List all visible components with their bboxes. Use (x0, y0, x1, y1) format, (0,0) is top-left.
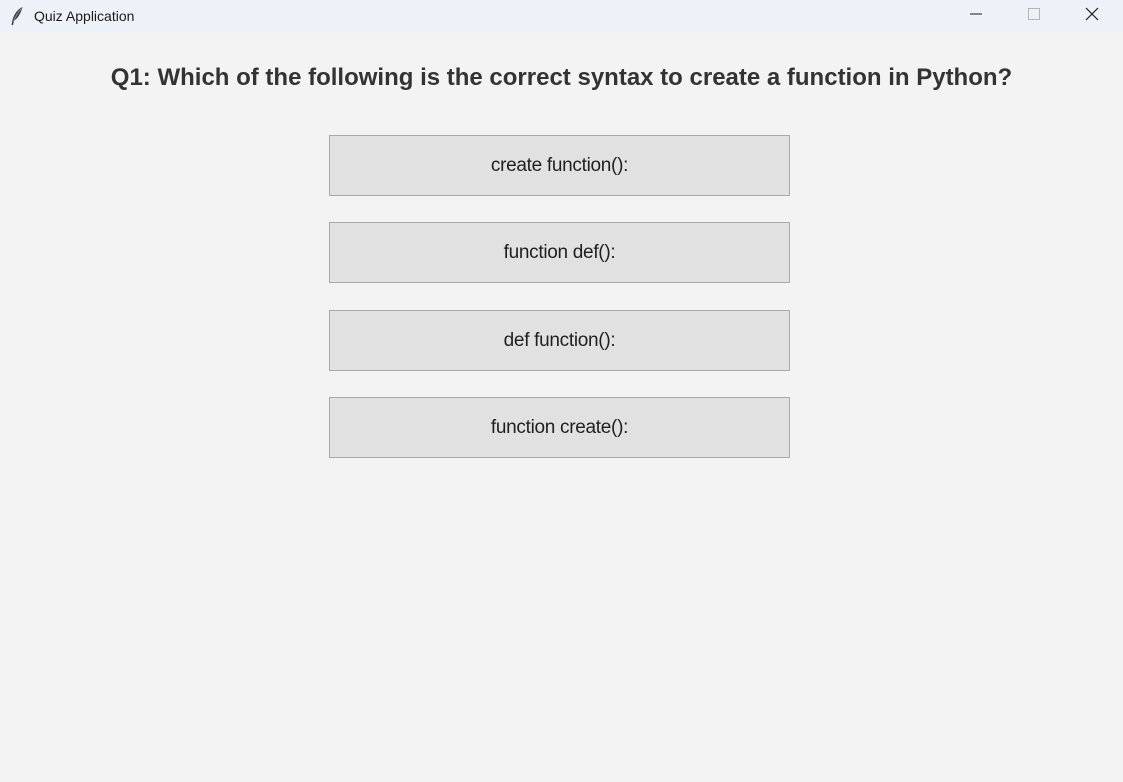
quiz-panel: Q1: Which of the following is the correc… (0, 32, 1123, 782)
maximize-button[interactable] (1011, 0, 1057, 32)
question-text: Q1: Which of the following is the correc… (110, 64, 1013, 91)
window-title: Quiz Application (34, 8, 135, 24)
feather-icon (9, 6, 25, 26)
option-button-4[interactable]: function create(): (329, 397, 790, 458)
minimize-icon (970, 7, 982, 25)
close-icon (1085, 7, 1099, 26)
option-button-3[interactable]: def function(): (329, 310, 790, 371)
app-window: Quiz Application Q1: Which of the follow… (0, 0, 1123, 782)
minimize-button[interactable] (953, 0, 999, 32)
title-bar[interactable]: Quiz Application (0, 0, 1123, 32)
option-button-1[interactable]: create function(): (329, 135, 790, 196)
maximize-icon (1028, 7, 1040, 25)
close-button[interactable] (1069, 0, 1115, 32)
option-button-2[interactable]: function def(): (329, 222, 790, 283)
